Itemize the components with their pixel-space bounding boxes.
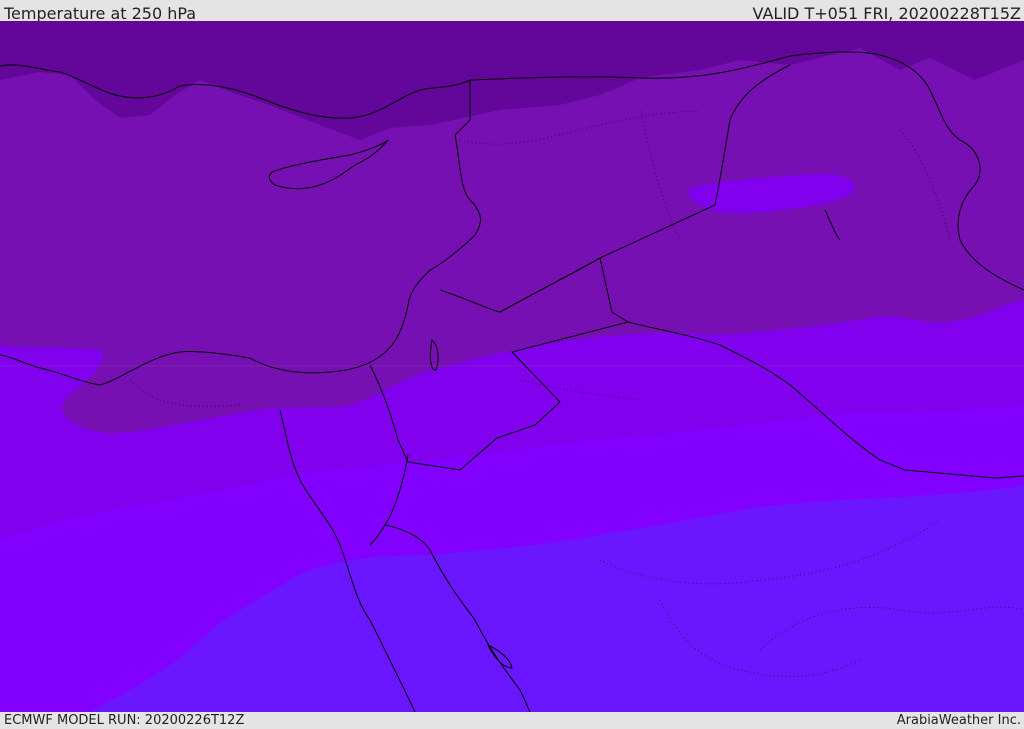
- header-bar: Temperature at 250 hPa VALID T+051 FRI, …: [0, 0, 1024, 21]
- map-title: Temperature at 250 hPa: [4, 4, 197, 21]
- footer-bar: ECMWF MODEL RUN: 20200226T12Z ArabiaWeat…: [0, 712, 1024, 729]
- temperature-map[interactable]: [0, 21, 1024, 712]
- valid-time-label: VALID T+051 FRI, 20200228T15Z: [752, 4, 1021, 21]
- credit-label: ArabiaWeather Inc.: [896, 713, 1021, 728]
- model-run-label: ECMWF MODEL RUN: 20200226T12Z: [4, 713, 245, 728]
